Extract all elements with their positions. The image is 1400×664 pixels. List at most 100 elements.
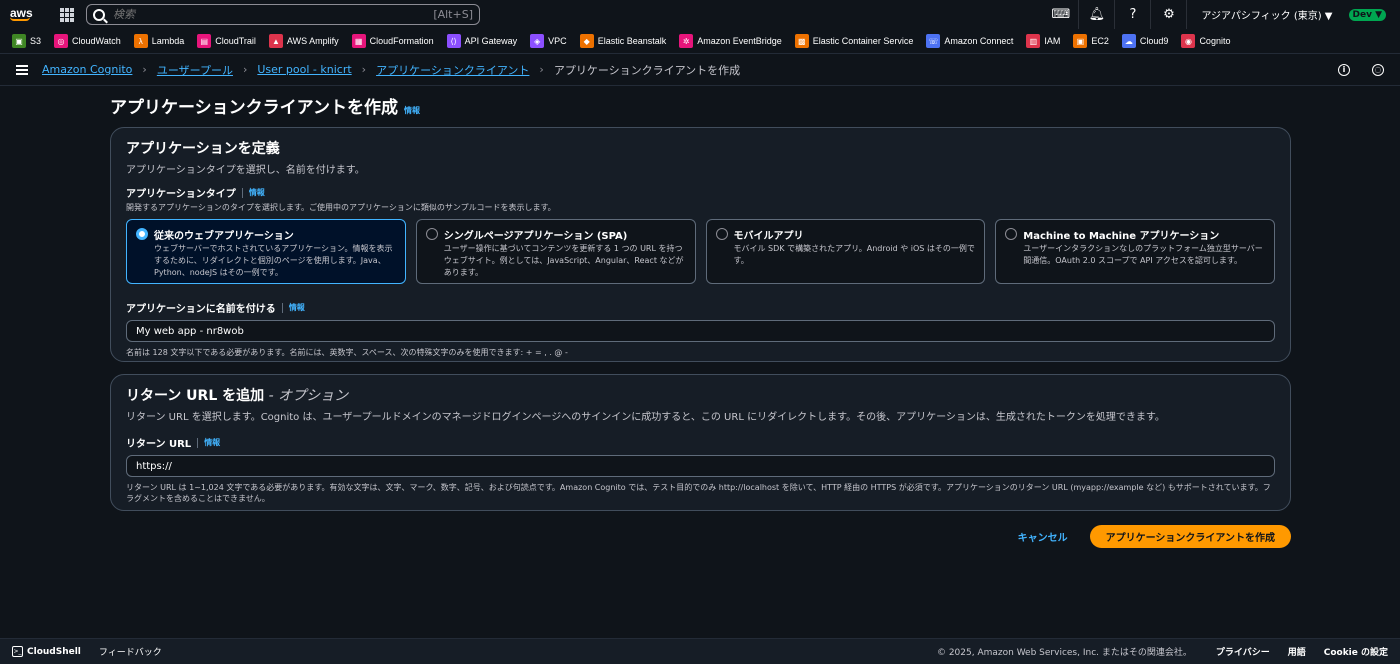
tile-description: ウェブサーバーでホストされているアプリケーション。情報を表示するために、リダイレ… <box>154 244 393 277</box>
breadcrumb-user-pools[interactable]: ユーザープール <box>157 62 233 78</box>
favorite-aws-amplify[interactable]: ▲ AWS Amplify <box>268 34 339 48</box>
favorite-label: EC2 <box>1091 36 1109 46</box>
page-info-link[interactable]: 情報 <box>404 105 420 116</box>
tile-single-page-app[interactable]: シングルページアプリケーション (SPA) ユーザー操作に基づいてコンテンツを更新… <box>415 219 696 284</box>
favorite-label: Lambda <box>151 36 185 46</box>
tile-description: モバイル SDK で構築されたアプリ。Android や iOS はその一例です… <box>733 244 975 265</box>
tile-traditional-web-app[interactable]: 従来のウェブアプリケーション ウェブサーバーでホストされているアプリケーション。情… <box>126 219 406 284</box>
favorite-label: Cognito <box>1199 36 1231 46</box>
favorite-elastic-beanstalk[interactable]: ◆ Elastic Beanstalk <box>579 34 666 48</box>
create-app-client-button[interactable]: アプリケーションクライアントを作成 <box>1089 525 1291 548</box>
cloudtrail-service-icon: ▤ <box>197 34 212 48</box>
settings-gear-icon[interactable]: ⚙ <box>1151 0 1188 29</box>
tile-title: シングルページアプリケーション (SPA) <box>443 231 628 242</box>
cookie-settings-link[interactable]: Cookie の設定 <box>1324 645 1388 658</box>
feedback-link[interactable]: フィードバック <box>99 645 162 658</box>
services-grid-icon[interactable] <box>60 7 74 22</box>
amazon-eventbridge-service-icon: ✲ <box>679 34 694 48</box>
radio-single-page-app[interactable] <box>425 228 438 240</box>
account-menu-badge[interactable]: Dev ▼ <box>1348 8 1386 21</box>
favorite-ec2[interactable]: ▣ EC2 <box>1073 34 1109 48</box>
tile-description: ユーザー操作に基づいてコンテンツを更新する 1 つの URL を持つウェブサイト… <box>443 244 684 277</box>
tile-title: Machine to Machine アプリケーション <box>1023 231 1220 242</box>
define-application-panel: アプリケーションを定義 アプリケーションタイプを選択し、名前を付けます。 アプリ… <box>110 127 1291 362</box>
privacy-link[interactable]: プライバシー <box>1216 645 1270 658</box>
aws-logo[interactable]: aws <box>10 7 40 21</box>
favorite-label: Amazon EventBridge <box>697 36 782 46</box>
return-url-heading: リターン URL を追加 - オプション <box>126 385 1275 405</box>
app-name-input[interactable] <box>126 320 1275 342</box>
return-url-label-text: リターン URL <box>126 439 192 450</box>
iam-service-icon: ▥ <box>1026 34 1041 48</box>
copyright-text: © 2025, Amazon Web Services, Inc. またはその関… <box>936 648 1192 658</box>
radio-machine-to-machine[interactable] <box>1005 228 1018 240</box>
app-type-tiles: 従来のウェブアプリケーション ウェブサーバーでホストされているアプリケーション。情… <box>126 219 1275 284</box>
breadcrumb-separator-icon: › <box>361 63 367 76</box>
cloudformation-service-icon: ▦ <box>351 34 366 48</box>
help-icon[interactable]: ? <box>1115 0 1152 29</box>
favorite-cloudwatch[interactable]: ◎ CloudWatch <box>54 34 121 48</box>
optional-label: - オプション <box>264 388 349 404</box>
breadcrumb-user-pool[interactable]: User pool - knicrt <box>257 63 351 76</box>
terms-link[interactable]: 用語 <box>1288 645 1306 658</box>
return-url-info-link[interactable]: 情報 <box>204 437 220 448</box>
define-app-description: アプリケーションタイプを選択し、名前を付けます。 <box>126 165 365 176</box>
favorite-cloudformation[interactable]: ▦ CloudFormation <box>351 34 434 48</box>
tile-title: モバイルアプリ <box>733 231 804 242</box>
ec2-service-icon: ▣ <box>1073 34 1088 48</box>
region-selector[interactable]: アジアパシフィック (東京) ▼ <box>1187 7 1348 22</box>
tutorial-icon[interactable]: ◌ <box>1372 63 1384 76</box>
favorite-amazon-eventbridge[interactable]: ✲ Amazon EventBridge <box>679 34 782 48</box>
s3-service-icon: ▣ <box>12 34 26 48</box>
favorite-label: Elastic Container Service <box>812 36 914 46</box>
favorite-label: IAM <box>1044 36 1061 46</box>
favorite-lambda[interactable]: λ Lambda <box>133 34 185 48</box>
app-name-info-link[interactable]: 情報 <box>289 302 305 313</box>
breadcrumb-app-clients[interactable]: アプリケーションクライアント <box>376 62 529 78</box>
return-url-input[interactable] <box>126 455 1275 477</box>
cloudwatch-service-icon: ◎ <box>54 34 69 48</box>
breadcrumb-cognito[interactable]: Amazon Cognito <box>42 63 132 76</box>
search-input[interactable] <box>113 8 434 21</box>
cloud9-service-icon: ☁ <box>1121 34 1136 48</box>
cloudshell-footer-icon: >_ <box>12 646 23 657</box>
search-shortcut: [Alt+S] <box>433 8 473 21</box>
cloudshell-icon[interactable]: ⌨ <box>1043 0 1080 29</box>
favorite-label: CloudFormation <box>369 36 434 46</box>
amazon-connect-service-icon: ☏ <box>926 34 941 48</box>
favorite-api-gateway[interactable]: ⟨⟩ API Gateway <box>446 34 517 48</box>
favorite-iam[interactable]: ▥ IAM <box>1026 34 1060 48</box>
favorite-label: AWS Amplify <box>286 36 339 46</box>
cancel-button[interactable]: キャンセル <box>1018 529 1068 544</box>
favorite-vpc[interactable]: ◈ VPC <box>530 34 567 48</box>
favorite-cloudtrail[interactable]: ▤ CloudTrail <box>197 34 256 48</box>
tile-mobile-app[interactable]: モバイルアプリモバイル SDK で構築されたアプリ。Android や iOS … <box>705 219 986 284</box>
favorite-elastic-container-service[interactable]: ▩ Elastic Container Service <box>794 34 914 48</box>
radio-mobile-app[interactable] <box>715 228 728 240</box>
info-panel-icon[interactable]: i <box>1338 63 1350 76</box>
elastic-container-service-service-icon: ▩ <box>794 34 809 48</box>
breadcrumb-bar: Amazon Cognito › ユーザープール › User pool - k… <box>0 54 1400 86</box>
page-title: アプリケーションクライアントを作成 情報 <box>110 93 1291 118</box>
search-bar[interactable]: [Alt+S] <box>86 4 480 25</box>
breadcrumb-separator-icon: › <box>539 63 544 76</box>
vpc-service-icon: ◈ <box>530 34 545 48</box>
footer: >_ CloudShell フィードバック © 2025, Amazon Web … <box>0 638 1400 664</box>
tile-description: ユーザーインタラクションなしのプラットフォーム独立型サーバー間通信。OAuth … <box>1023 244 1263 265</box>
favorite-cognito[interactable]: ◉ Cognito <box>1181 34 1230 48</box>
menu-hamburger-icon[interactable] <box>16 63 28 77</box>
favorite-cloud9[interactable]: ☁ Cloud9 <box>1121 34 1168 48</box>
breadcrumb-separator-icon: › <box>242 63 248 76</box>
tile-machine-to-machine[interactable]: Machine to Machine アプリケーションユーザーインタラクションな… <box>995 219 1275 284</box>
favorite-amazon-connect[interactable]: ☏ Amazon Connect <box>926 34 1013 48</box>
radio-traditional-web-app[interactable] <box>136 228 148 240</box>
define-app-heading: アプリケーションを定義 <box>126 141 280 157</box>
favorite-s3[interactable]: ▣ S3 <box>12 34 41 48</box>
app-type-info-link[interactable]: 情報 <box>249 187 265 198</box>
search-icon <box>93 8 105 21</box>
notifications-bell-icon[interactable]: 🔔︎ <box>1079 0 1116 29</box>
app-name-hint: 名前は 128 文字以下である必要があります。名前には、英数字、スペース、次の特… <box>126 348 568 357</box>
app-type-label-text: アプリケーションタイプ <box>126 189 236 200</box>
cloudshell-link[interactable]: >_ CloudShell <box>12 646 81 657</box>
top-navigation: aws [Alt+S] ⌨ 🔔︎ ? ⚙ アジアパシフィック (東京) ▼ De… <box>0 0 1400 29</box>
